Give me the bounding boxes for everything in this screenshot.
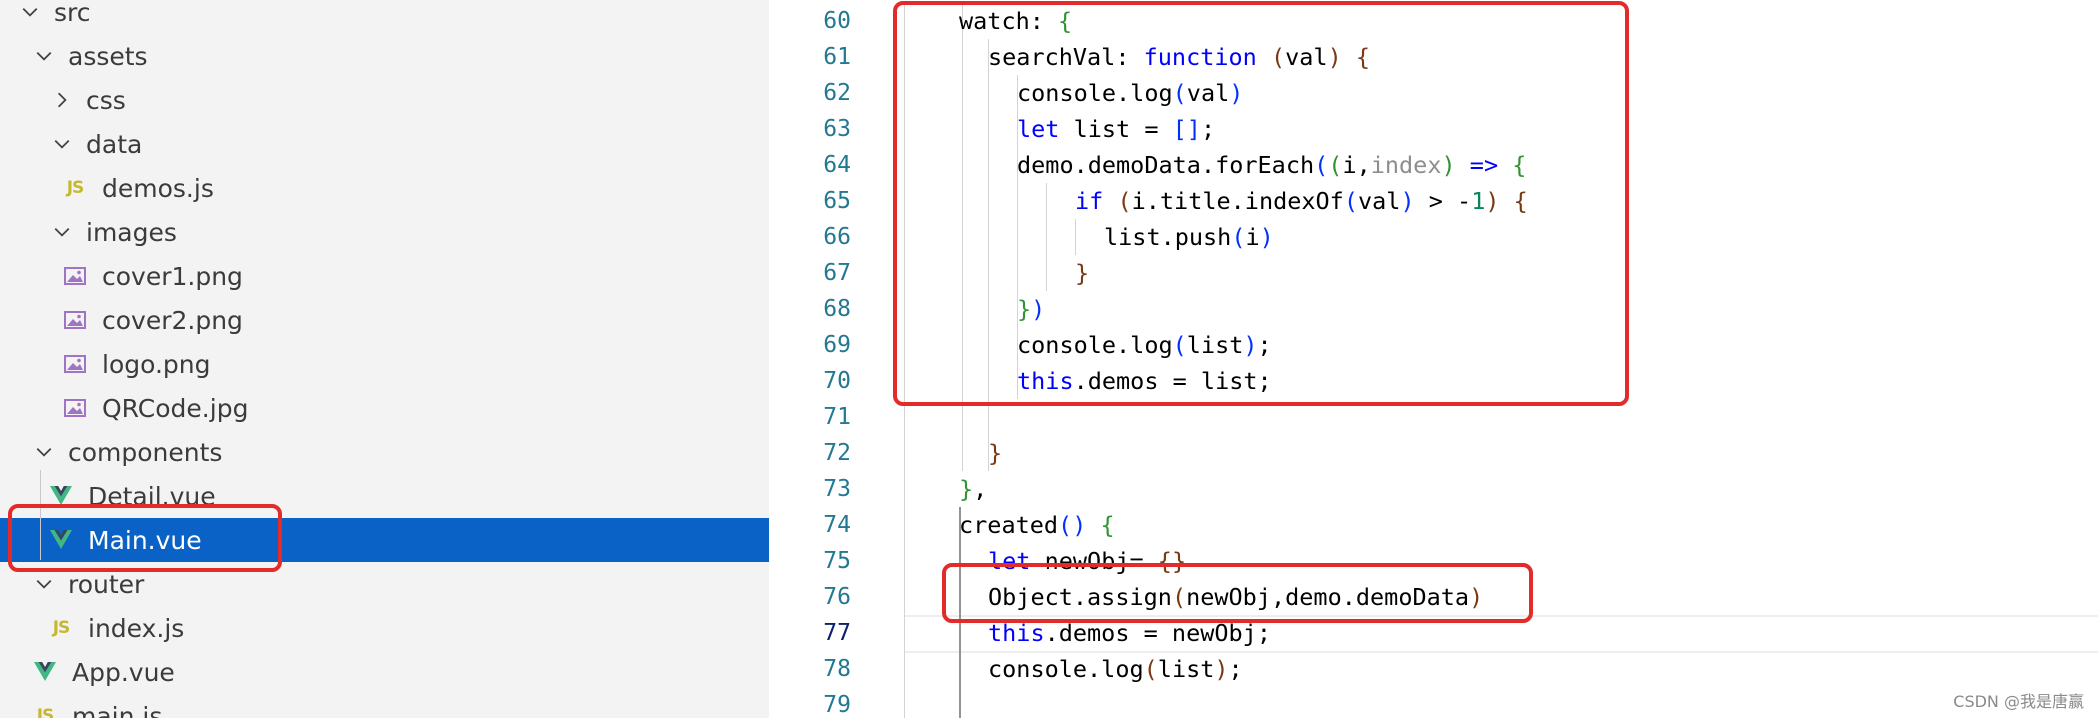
tree-item-label: App.vue xyxy=(72,657,175,687)
code-token: this xyxy=(988,619,1045,647)
code-token: .demos = newObj; xyxy=(1044,619,1271,647)
tree-item-label: cover1.png xyxy=(102,261,243,291)
tree-file[interactable]: cover1.png xyxy=(0,254,769,298)
line-number: 71 xyxy=(823,404,851,430)
tree-folder[interactable]: src xyxy=(0,0,769,34)
code-token: created xyxy=(959,511,1059,539)
line-number: 77 xyxy=(823,620,851,646)
js-file-icon: JS xyxy=(36,706,55,718)
code-token: () xyxy=(1058,511,1087,539)
code-line[interactable]: }, xyxy=(959,471,987,507)
explorer-sidebar: src assets css data JS demos.js images cover1.p… xyxy=(0,0,769,718)
line-number: 74 xyxy=(823,512,851,538)
tree-folder[interactable]: css xyxy=(0,78,769,122)
line-number: 78 xyxy=(823,656,851,682)
tree-folder[interactable]: images xyxy=(0,210,769,254)
tree-item-label: QRCode.jpg xyxy=(102,393,249,423)
tree-folder[interactable]: assets xyxy=(0,34,769,78)
chevron-down-icon[interactable] xyxy=(52,219,72,245)
tree-file[interactable]: QRCode.jpg xyxy=(0,386,769,430)
chevron-down-icon[interactable] xyxy=(34,571,54,597)
chevron-down-icon[interactable] xyxy=(20,0,40,25)
watermark: CSDN @我是唐赢 xyxy=(1953,692,2084,711)
code-token: , xyxy=(973,475,988,503)
line-number: 64 xyxy=(823,152,851,178)
chevron-down-icon[interactable] xyxy=(34,43,54,69)
line-number: 60 xyxy=(823,8,851,34)
code-line[interactable]: } xyxy=(988,435,1002,471)
line-number: 65 xyxy=(823,188,851,214)
line-number: 79 xyxy=(823,692,851,718)
tree-item-label: data xyxy=(86,129,143,159)
line-number: 68 xyxy=(823,296,851,322)
tree-item-label: index.js xyxy=(88,613,185,643)
line-number: 69 xyxy=(823,332,851,358)
code-line[interactable]: console.log(list); xyxy=(988,651,1243,687)
tree-item-label: main.js xyxy=(72,701,163,718)
tree-folder[interactable]: components xyxy=(0,430,769,474)
tree-item-label: router xyxy=(68,569,145,599)
chevron-right-icon[interactable] xyxy=(52,87,72,113)
tree-file[interactable]: cover2.png xyxy=(0,298,769,342)
js-file-icon: JS xyxy=(52,618,71,638)
line-number: 73 xyxy=(823,476,851,502)
image-file-icon xyxy=(62,351,88,377)
tree-item-label: src xyxy=(54,0,91,27)
code-token: ) xyxy=(1214,655,1229,683)
tree-file[interactable]: JS main.js xyxy=(0,694,769,718)
code-token: console.log xyxy=(988,655,1144,683)
annotation-box-main-vue xyxy=(8,504,282,572)
tree-item-label: logo.png xyxy=(102,349,211,379)
tree-item-label: images xyxy=(86,217,177,247)
line-number: 67 xyxy=(823,260,851,286)
image-file-icon xyxy=(62,307,88,333)
image-file-icon xyxy=(62,263,88,289)
tree-file[interactable]: logo.png xyxy=(0,342,769,386)
tree-item-label: assets xyxy=(68,41,148,71)
line-number: 70 xyxy=(823,368,851,394)
tree-file[interactable]: App.vue xyxy=(0,650,769,694)
line-number: 66 xyxy=(823,224,851,250)
line-number: 76 xyxy=(823,584,851,610)
code-token: list xyxy=(1157,655,1215,683)
line-number: 75 xyxy=(823,548,851,574)
tree-item-label: components xyxy=(68,437,223,467)
tree-file[interactable]: JS demos.js xyxy=(0,166,769,210)
js-file-icon: JS xyxy=(66,178,85,198)
tree-item-label: demos.js xyxy=(102,173,214,203)
annotation-box-watch-block xyxy=(893,1,1629,406)
chevron-down-icon[interactable] xyxy=(52,131,72,157)
image-file-icon xyxy=(62,395,88,421)
annotation-box-object-assign xyxy=(942,563,1533,623)
line-number: 61 xyxy=(823,44,851,70)
tree-item-label: css xyxy=(86,85,126,115)
vue-file-icon xyxy=(32,659,58,685)
code-token: ; xyxy=(1228,655,1243,683)
chevron-down-icon[interactable] xyxy=(34,439,54,465)
code-token: { xyxy=(1100,511,1115,539)
code-line[interactable]: created() { xyxy=(959,507,1115,543)
tree-file[interactable]: JS index.js xyxy=(0,606,769,650)
line-number: 63 xyxy=(823,116,851,142)
tree-item-label: cover2.png xyxy=(102,305,243,335)
code-token: } xyxy=(988,439,1003,467)
tree-folder[interactable]: data xyxy=(0,122,769,166)
code-token: } xyxy=(959,475,974,503)
code-token: ( xyxy=(1143,655,1158,683)
line-number: 72 xyxy=(823,440,851,466)
line-number: 62 xyxy=(823,80,851,106)
